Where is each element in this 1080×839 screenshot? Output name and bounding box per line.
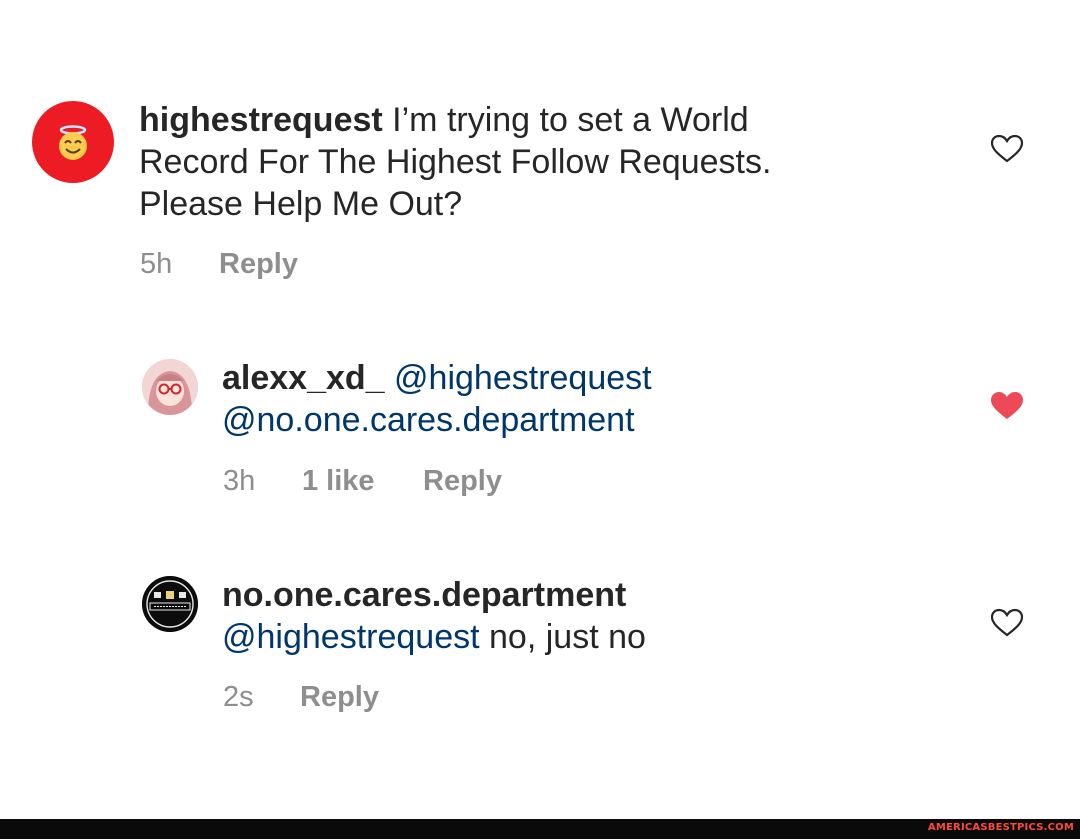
comment-highestrequest: highestrequest I’m trying to set a World…	[0, 0, 1080, 300]
like-heart-icon[interactable]	[990, 608, 1024, 638]
reply-button[interactable]: Reply	[219, 248, 298, 281]
comment-text: highestrequest I’m trying to set a World…	[139, 99, 771, 225]
department-logo-icon	[142, 576, 198, 632]
comment-timestamp: 5h	[140, 248, 173, 280]
avatar[interactable]	[142, 576, 198, 632]
comment-body: no, just no	[489, 618, 646, 656]
comment-username[interactable]: no.one.cares.department	[222, 576, 626, 614]
watermark-text: AMERICASBESTPICS.COM	[927, 822, 1074, 833]
comment-text: no.one.cares.department @highestrequest …	[222, 574, 646, 658]
comment-body-line1: I’m trying to set a World	[392, 101, 749, 139]
comment-username[interactable]: highestrequest	[139, 101, 383, 139]
reply-button[interactable]: Reply	[300, 681, 379, 714]
mention-link[interactable]: @highestrequest	[394, 359, 652, 397]
smiling-face-with-halo-icon	[59, 125, 87, 160]
avatar[interactable]	[32, 101, 114, 183]
comment-alexx-xd: alexx_xd_ @highestrequest @no.one.cares.…	[0, 300, 1080, 530]
comment-username[interactable]: alexx_xd_	[222, 359, 385, 397]
likes-count[interactable]: 1 like	[302, 465, 423, 498]
mention-link[interactable]: @highestrequest	[222, 618, 480, 656]
mention-link[interactable]: @no.one.cares.department	[222, 401, 635, 439]
liked-heart-icon[interactable]	[990, 391, 1024, 421]
comment-meta: 2s Reply	[223, 681, 379, 714]
avatar[interactable]	[142, 359, 198, 415]
like-heart-icon[interactable]	[990, 134, 1024, 164]
comment-meta: 3h 1 like Reply	[223, 465, 502, 498]
comment-timestamp: 3h	[223, 465, 256, 497]
comment-body-line2: Record For The Highest Follow Requests.	[139, 143, 772, 181]
anime-girl-avatar-icon	[142, 359, 198, 415]
comment-body-line3: Please Help Me Out?	[139, 185, 463, 223]
comment-text: alexx_xd_ @highestrequest @no.one.cares.…	[222, 357, 652, 441]
comment-no-one-cares-department: no.one.cares.department @highestrequest …	[0, 530, 1080, 760]
watermark-bar: AMERICASBESTPICS.COM	[0, 819, 1080, 839]
comment-meta: 5h Reply	[140, 248, 298, 281]
reply-button[interactable]: Reply	[423, 465, 502, 498]
comment-timestamp: 2s	[223, 681, 254, 713]
